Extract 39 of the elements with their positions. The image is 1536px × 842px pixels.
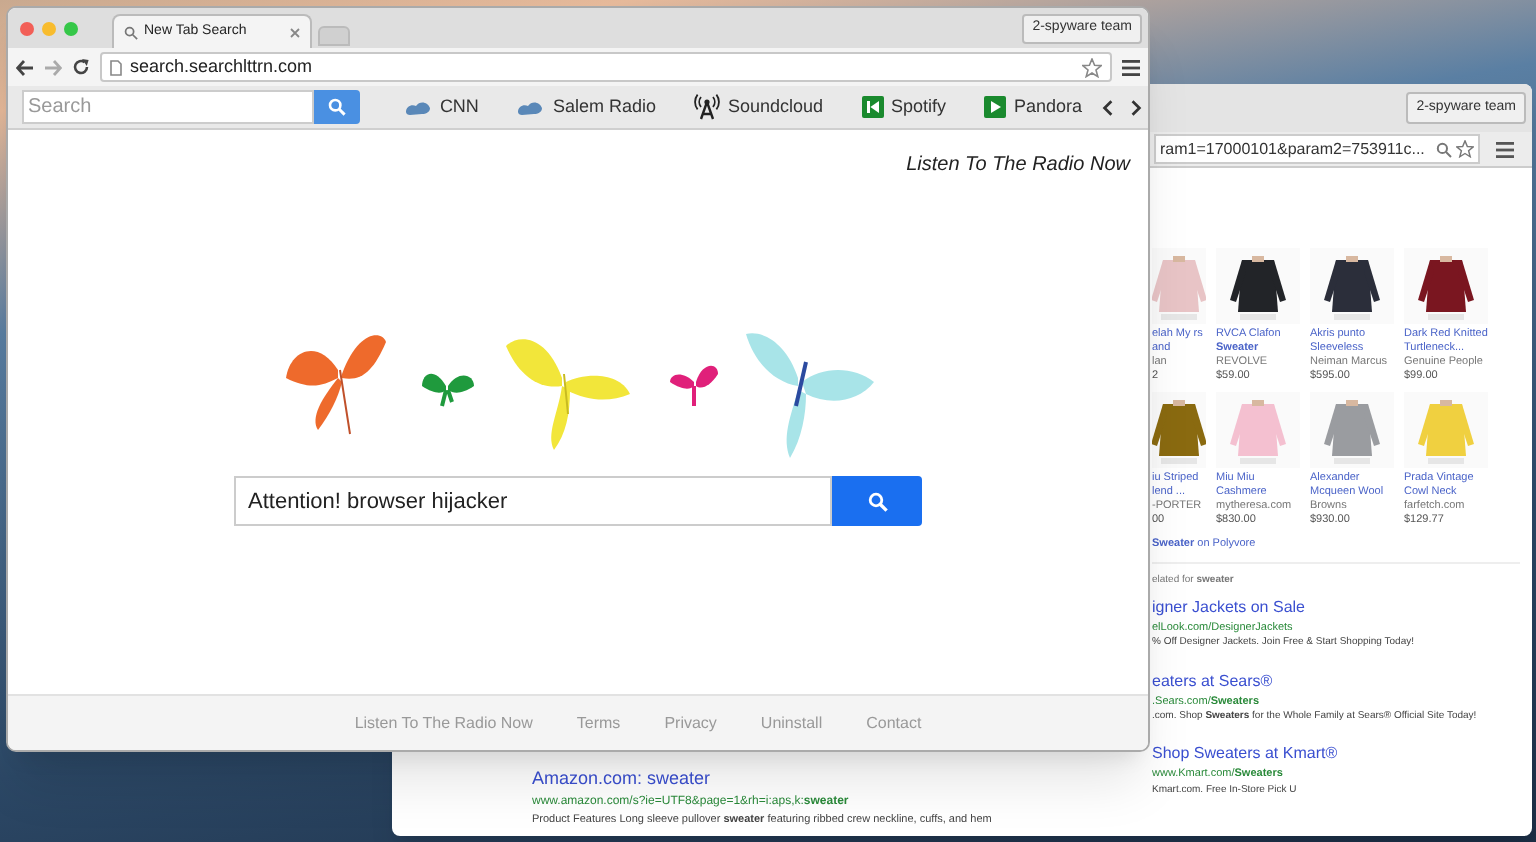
address-bar[interactable]: search.searchlttrn.com [100,52,1112,82]
search-icon [124,25,138,39]
menu-icon[interactable] [1122,59,1140,75]
page-icon [110,59,122,75]
star-icon[interactable] [1456,140,1474,158]
chevron-left-icon[interactable] [1102,97,1115,117]
search-icon [327,98,346,116]
address-text: ram1=17000101&param2=753911c... [1160,137,1427,161]
radio-link[interactable]: Listen To The Radio Now [906,154,1130,176]
address-bar[interactable]: ram1=17000101&param2=753911c... [1154,134,1480,164]
ad-title[interactable]: Shop Sweaters at Kmart® [1152,742,1520,767]
result-title[interactable]: Amazon.com: sweater [532,766,1152,794]
search-icon [867,491,887,511]
close-button[interactable] [20,21,34,35]
reload-icon[interactable] [72,58,90,76]
antenna-icon [693,94,720,120]
close-icon[interactable] [290,27,300,37]
toolbar-search-field[interactable]: Search [22,90,314,124]
search-button[interactable] [313,90,360,124]
menu-icon[interactable] [1496,141,1514,157]
main-search-field[interactable]: Attention! browser hijacker [234,476,832,526]
toolbar-link[interactable]: Soundcloud [693,93,824,121]
search-icon[interactable] [1436,141,1452,157]
play-icon [984,96,1007,118]
search-button[interactable] [832,476,922,526]
ad-title[interactable]: igner Jackets on Sale [1152,595,1520,620]
back-arrow-icon[interactable] [16,59,34,75]
toolbar-link[interactable]: Spotify [861,93,947,121]
forward-arrow-icon[interactable] [44,59,62,75]
toolbar-link[interactable]: Pandora [984,93,1083,121]
chevron-right-icon[interactable] [1130,97,1142,117]
star-icon[interactable] [1082,57,1102,77]
toolbar-link[interactable]: CNN [403,93,479,121]
address-text: search.searchlttrn.com [130,53,315,80]
cloud-icon [403,99,432,115]
rewind-icon [861,96,884,118]
cloud-icon [516,99,545,115]
ad-title[interactable]: eaters at Sears® [1152,669,1520,693]
toolbar-link[interactable]: Salem Radio [516,93,656,121]
